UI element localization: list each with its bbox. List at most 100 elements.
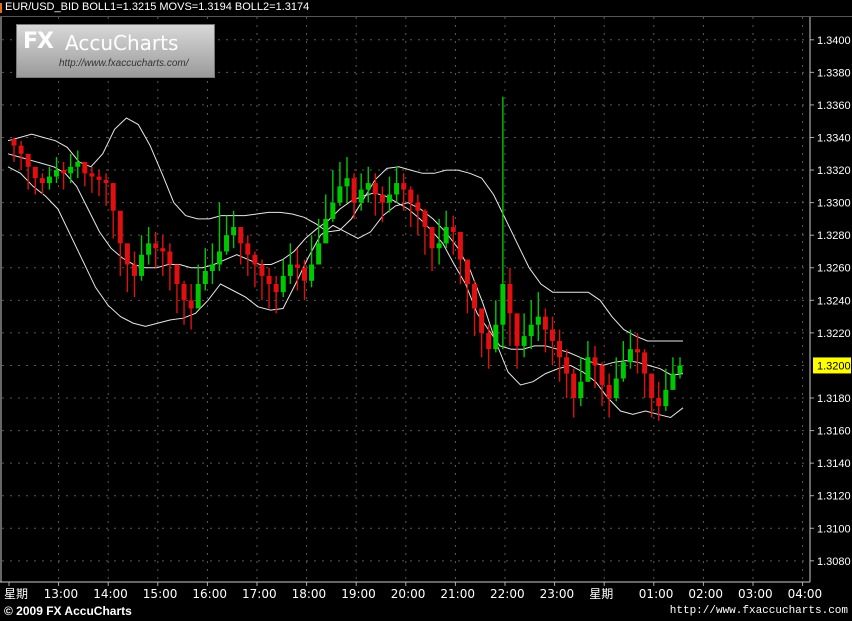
y-tick-label: 1.3140 (817, 458, 851, 470)
candle-body (139, 254, 145, 276)
x-tick-label: 13:00 (44, 587, 79, 601)
candle-body (521, 336, 527, 346)
chart-title: EUR/USD_BID BOLL1=1.3215 MOVS=1.3194 BOL… (3, 1, 312, 13)
candle-body (457, 231, 463, 260)
x-tick-label: 18:00 (292, 587, 327, 601)
candle-body (535, 316, 541, 325)
y-tick-label: 1.3160 (817, 426, 851, 438)
candle-body (117, 210, 123, 244)
x-tick-label: 17:00 (242, 587, 277, 601)
candle-body (542, 316, 548, 330)
candle-body (82, 161, 88, 174)
candle-body (323, 218, 329, 244)
candle-body (75, 161, 81, 167)
candle-body (571, 373, 577, 399)
candle-body (39, 178, 45, 184)
candle-body (181, 284, 187, 301)
candle-body (11, 139, 17, 146)
y-tick-label: 1.3100 (817, 523, 851, 535)
candle-body (408, 189, 414, 203)
price-tag: 1.3200 (813, 357, 851, 374)
y-tick-label: 1.3300 (817, 198, 851, 210)
y-tick-label: 1.3120 (817, 491, 851, 503)
candle-body (294, 264, 300, 268)
candle-body (245, 243, 251, 255)
candle-body (387, 194, 393, 203)
candle-body (436, 243, 442, 249)
candle-body (592, 357, 598, 366)
y-tick-label: 1.3080 (817, 556, 851, 568)
current-price-label: 1.3200 (817, 360, 851, 372)
candle-body (89, 173, 95, 177)
candle-body (613, 378, 619, 399)
y-axis-ticks: 1.3400 1.3380 1.3360 1.3340 1.3320 1.3300 1.32… (817, 35, 851, 568)
candle-body (195, 284, 201, 309)
plot-area (0, 17, 810, 582)
candle-body (301, 267, 307, 281)
header-marker (0, 3, 2, 13)
candle-body (110, 183, 116, 211)
candle-body (394, 183, 400, 195)
y-tick-label: 1.3320 (817, 165, 851, 177)
candle-body (238, 227, 244, 244)
candle-body (649, 373, 655, 399)
candle-body (464, 259, 470, 285)
candle-body (507, 284, 513, 314)
candle-body (599, 365, 605, 385)
x-tick-label: 22:00 (490, 587, 525, 601)
candle-body (627, 349, 633, 363)
candle-body (231, 227, 237, 236)
x-tick-label: 星期 (589, 587, 613, 601)
x-tick-label: 23:00 (540, 587, 575, 601)
x-axis-ticks: 星期 13:00 14:00 15:00 16:00 17:00 18:00 19:00 20:… (4, 587, 822, 601)
candle-body (330, 202, 336, 219)
candle-body (54, 170, 60, 177)
candle-body (167, 251, 173, 265)
y-tick-label: 1.3400 (817, 35, 851, 47)
candle-body (344, 178, 350, 187)
y-tick-label: 1.3280 (817, 230, 851, 242)
x-tick-label: 15:00 (143, 587, 178, 601)
logo-name-text: AccuCharts (65, 31, 179, 55)
candle-body (61, 170, 67, 174)
candle-body (280, 275, 286, 293)
candle-body (224, 235, 230, 252)
candle-body (450, 227, 456, 232)
candle-body (252, 254, 258, 265)
candle-body (528, 324, 534, 337)
candle-body (188, 300, 194, 309)
candle-body (216, 251, 222, 265)
x-tick-label: 02:00 (688, 587, 723, 601)
candle-body (564, 357, 570, 374)
candle-body (500, 284, 506, 325)
candle-body (379, 194, 385, 203)
candle-body (365, 183, 371, 190)
x-tick-label: 19:00 (341, 587, 376, 601)
candle-body (68, 166, 74, 174)
y-tick-label: 1.3360 (817, 100, 851, 112)
candle-body (174, 264, 180, 285)
candle-body (316, 243, 322, 265)
candle-body (549, 329, 555, 342)
y-tick-label: 1.3220 (817, 328, 851, 340)
candle-body (103, 179, 109, 184)
candle-body (585, 357, 591, 382)
candle-body (266, 275, 272, 285)
candle-body (32, 166, 38, 179)
candle-body (309, 264, 315, 281)
candle-body (479, 308, 485, 333)
y-tick-label: 1.3380 (817, 67, 851, 79)
candle-body (670, 373, 676, 390)
candle-body (96, 176, 102, 180)
candle-body (209, 264, 215, 272)
candle-body (18, 145, 24, 154)
x-tick-label: 20:00 (391, 587, 426, 601)
x-tick-label: 04:00 (788, 587, 823, 601)
x-tick-label: 03:00 (738, 587, 773, 601)
candle-body (372, 183, 378, 195)
candle-body (642, 352, 648, 374)
candle-body (401, 183, 407, 190)
candle-body (160, 248, 166, 252)
x-tick-label: 21:00 (440, 587, 475, 601)
website-link[interactable]: http://www.fxaccucharts.com (670, 605, 848, 617)
